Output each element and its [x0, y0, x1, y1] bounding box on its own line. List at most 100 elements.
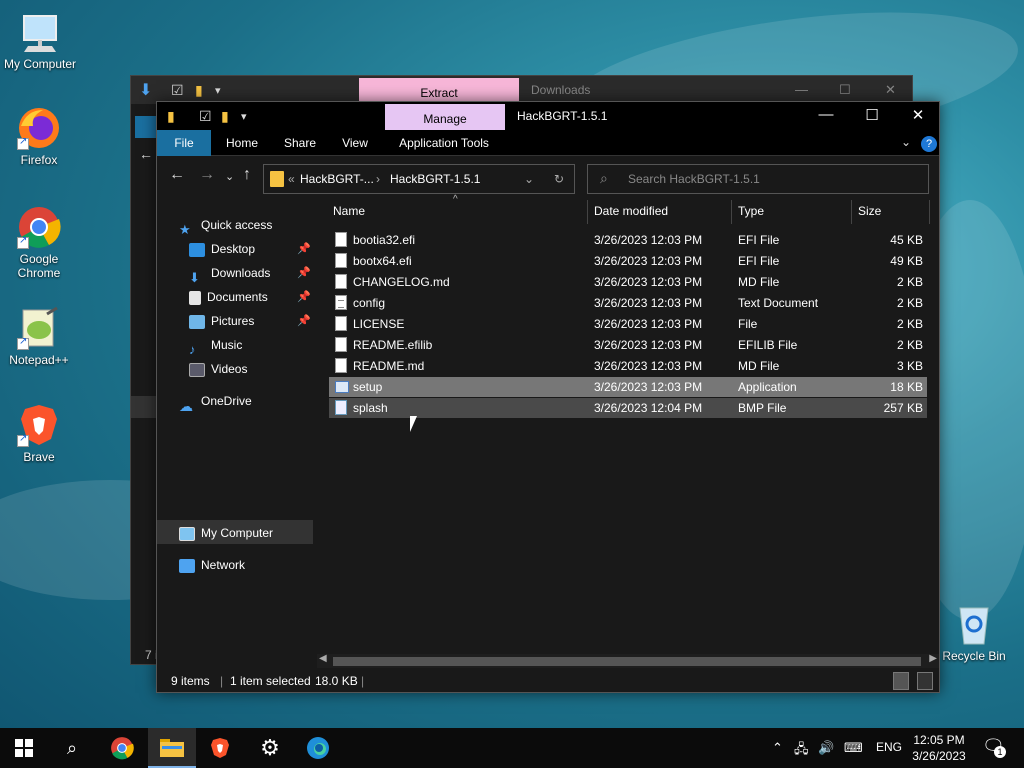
show-hidden-icons-button[interactable]: ⌃	[772, 740, 783, 756]
nav-videos[interactable]: Videos	[189, 358, 247, 380]
table-row-hovered[interactable]: splash 3/26/2023 12:04 PM BMP File 257 K…	[329, 398, 927, 418]
taskbar-file-explorer[interactable]	[148, 728, 196, 768]
breadcrumb-overflow[interactable]: «	[288, 172, 295, 186]
column-type[interactable]: Type	[738, 204, 764, 218]
forward-button[interactable]: →	[199, 166, 215, 184]
file-date: 3/26/2023 12:03 PM	[594, 275, 703, 289]
taskbar-settings[interactable]: ⚙	[246, 728, 294, 768]
downloads-icon: ⬇	[189, 269, 200, 285]
explorer-window[interactable]: ▮ ☑ ▮ ▾ Manage HackBGRT-1.5.1 — ☐ ✕ File…	[156, 101, 940, 693]
search-box[interactable]: ⌕ Search HackBGRT-1.5.1	[587, 164, 929, 194]
scrollbar-thumb[interactable]	[333, 657, 921, 666]
horizontal-scrollbar[interactable]: ◀ ▶	[317, 653, 939, 668]
table-row-selected[interactable]: setup 3/26/2023 12:03 PM Application 18 …	[329, 377, 927, 397]
help-icon[interactable]: ?	[921, 136, 937, 152]
file-date: 3/26/2023 12:04 PM	[594, 401, 703, 415]
tab-share[interactable]: Share	[277, 130, 323, 156]
scroll-left-icon[interactable]: ◀	[319, 653, 327, 664]
notifications-button[interactable]: 🗨 1	[982, 736, 1006, 760]
nav-network[interactable]: Network	[179, 554, 245, 576]
details-view-button[interactable]	[893, 672, 909, 690]
downloads-titlebar[interactable]: ⬇ ☑ ▮ ▾ Extract Downloads — ☐ ✕	[131, 76, 912, 104]
nav-documents[interactable]: Documents 📌	[189, 286, 311, 308]
search-input[interactable]: Search HackBGRT-1.5.1	[628, 172, 760, 186]
tab-home[interactable]: Home	[219, 130, 265, 156]
column-separator[interactable]	[587, 200, 588, 224]
tab-file[interactable]: File	[157, 130, 211, 156]
up-button[interactable]: ↑	[243, 166, 251, 184]
desktop-icon-google-chrome[interactable]: Google Chrome	[0, 205, 79, 280]
nav-pictures[interactable]: Pictures 📌	[189, 310, 311, 332]
column-separator[interactable]	[929, 200, 930, 224]
column-date-modified[interactable]: Date modified	[594, 204, 668, 218]
file-name: CHANGELOG.md	[353, 275, 450, 289]
close-button[interactable]: ✕	[895, 106, 941, 124]
large-icons-view-button[interactable]	[917, 672, 933, 690]
desktop-icon-recycle-bin[interactable]: Recycle Bin	[934, 602, 1014, 663]
nav-quick-access[interactable]: ★ Quick access	[179, 214, 272, 237]
file-size: 49 KB	[890, 254, 923, 268]
column-name[interactable]: Name	[333, 204, 365, 218]
nav-desktop[interactable]: Desktop 📌	[189, 238, 311, 260]
tab-manage[interactable]: Manage	[385, 104, 505, 130]
properties-icon[interactable]: ☑	[199, 108, 212, 125]
tab-application-tools[interactable]: Application Tools	[389, 130, 499, 156]
close-button[interactable]: ✕	[885, 82, 896, 98]
column-size[interactable]: Size	[858, 204, 881, 218]
tab-view[interactable]: View	[333, 130, 377, 156]
chevron-down-icon[interactable]: ▾	[241, 110, 247, 123]
refresh-icon[interactable]: ↻	[554, 172, 564, 186]
shortcut-arrow-icon	[17, 433, 29, 447]
status-divider: |	[220, 674, 224, 688]
table-row[interactable]: README.md 3/26/2023 12:03 PM MD File 3 K…	[329, 356, 927, 376]
breadcrumb-parent[interactable]: HackBGRT-...	[300, 172, 374, 186]
maximize-button[interactable]: ☐	[849, 106, 895, 124]
table-row[interactable]: bootia32.efi 3/26/2023 12:03 PM EFI File…	[329, 230, 927, 250]
minimize-button[interactable]: —	[795, 82, 808, 97]
column-separator[interactable]	[851, 200, 852, 224]
back-button[interactable]: ←	[169, 166, 185, 184]
gear-icon: ⚙	[260, 735, 280, 760]
network-icon[interactable]: 🖧	[794, 740, 809, 762]
scroll-right-icon[interactable]: ▶	[929, 653, 937, 664]
new-folder-icon[interactable]: ▮	[221, 108, 229, 125]
table-row[interactable]: config 3/26/2023 12:03 PM Text Document …	[329, 293, 927, 313]
touch-keyboard-icon[interactable]: ⌨	[844, 740, 863, 756]
table-row[interactable]: README.efilib 3/26/2023 12:03 PM EFILIB …	[329, 335, 927, 355]
table-row[interactable]: CHANGELOG.md 3/26/2023 12:03 PM MD File …	[329, 272, 927, 292]
file-icon	[335, 316, 347, 331]
recent-locations-button[interactable]: ⌄	[225, 170, 234, 183]
maximize-button[interactable]: ☐	[839, 82, 851, 98]
explorer-titlebar[interactable]: ▮ ☑ ▮ ▾ Manage HackBGRT-1.5.1 — ☐ ✕	[157, 102, 939, 130]
expand-ribbon-icon[interactable]: ⌄	[901, 135, 911, 149]
nav-label: Desktop	[211, 242, 256, 256]
search-button[interactable]: ⌕	[48, 728, 96, 768]
volume-icon[interactable]: 🔊	[818, 740, 834, 756]
taskbar-edge[interactable]	[294, 728, 342, 768]
desktop-icon-my-computer[interactable]: My Computer	[0, 10, 80, 71]
nav-label: Videos	[211, 362, 248, 376]
taskbar-brave[interactable]	[196, 728, 244, 768]
nav-my-computer[interactable]: My Computer	[179, 522, 273, 544]
nav-music[interactable]: ♪ Music	[189, 334, 242, 357]
table-row[interactable]: LICENSE 3/26/2023 12:03 PM File 2 KB	[329, 314, 927, 334]
desktop-icon-notepad-plus-plus[interactable]: Notepad++	[0, 306, 79, 367]
column-separator[interactable]	[731, 200, 732, 224]
breadcrumb-current[interactable]: HackBGRT-1.5.1	[390, 172, 480, 186]
clock[interactable]: 12:05 PM 3/26/2023	[902, 732, 976, 764]
minimize-button[interactable]: —	[803, 106, 849, 123]
file-icon	[335, 232, 347, 247]
language-indicator[interactable]: ENG	[876, 740, 902, 754]
nav-onedrive[interactable]: ☁ OneDrive	[179, 390, 252, 414]
shortcut-arrow-icon	[17, 235, 29, 249]
address-dropdown-icon[interactable]: ⌄	[524, 172, 534, 186]
taskbar-chrome[interactable]	[98, 728, 146, 768]
start-button[interactable]	[0, 728, 48, 768]
file-date: 3/26/2023 12:03 PM	[594, 296, 703, 310]
nav-downloads[interactable]: ⬇ Downloads 📌	[189, 262, 311, 285]
chevron-down-icon: ▾	[215, 85, 221, 97]
address-bar[interactable]: « HackBGRT-... › HackBGRT-1.5.1 ⌄ ↻	[263, 164, 575, 194]
table-row[interactable]: bootx64.efi 3/26/2023 12:03 PM EFI File …	[329, 251, 927, 271]
desktop-icon-firefox[interactable]: Firefox	[0, 106, 79, 167]
desktop-icon-brave[interactable]: Brave	[0, 403, 79, 464]
